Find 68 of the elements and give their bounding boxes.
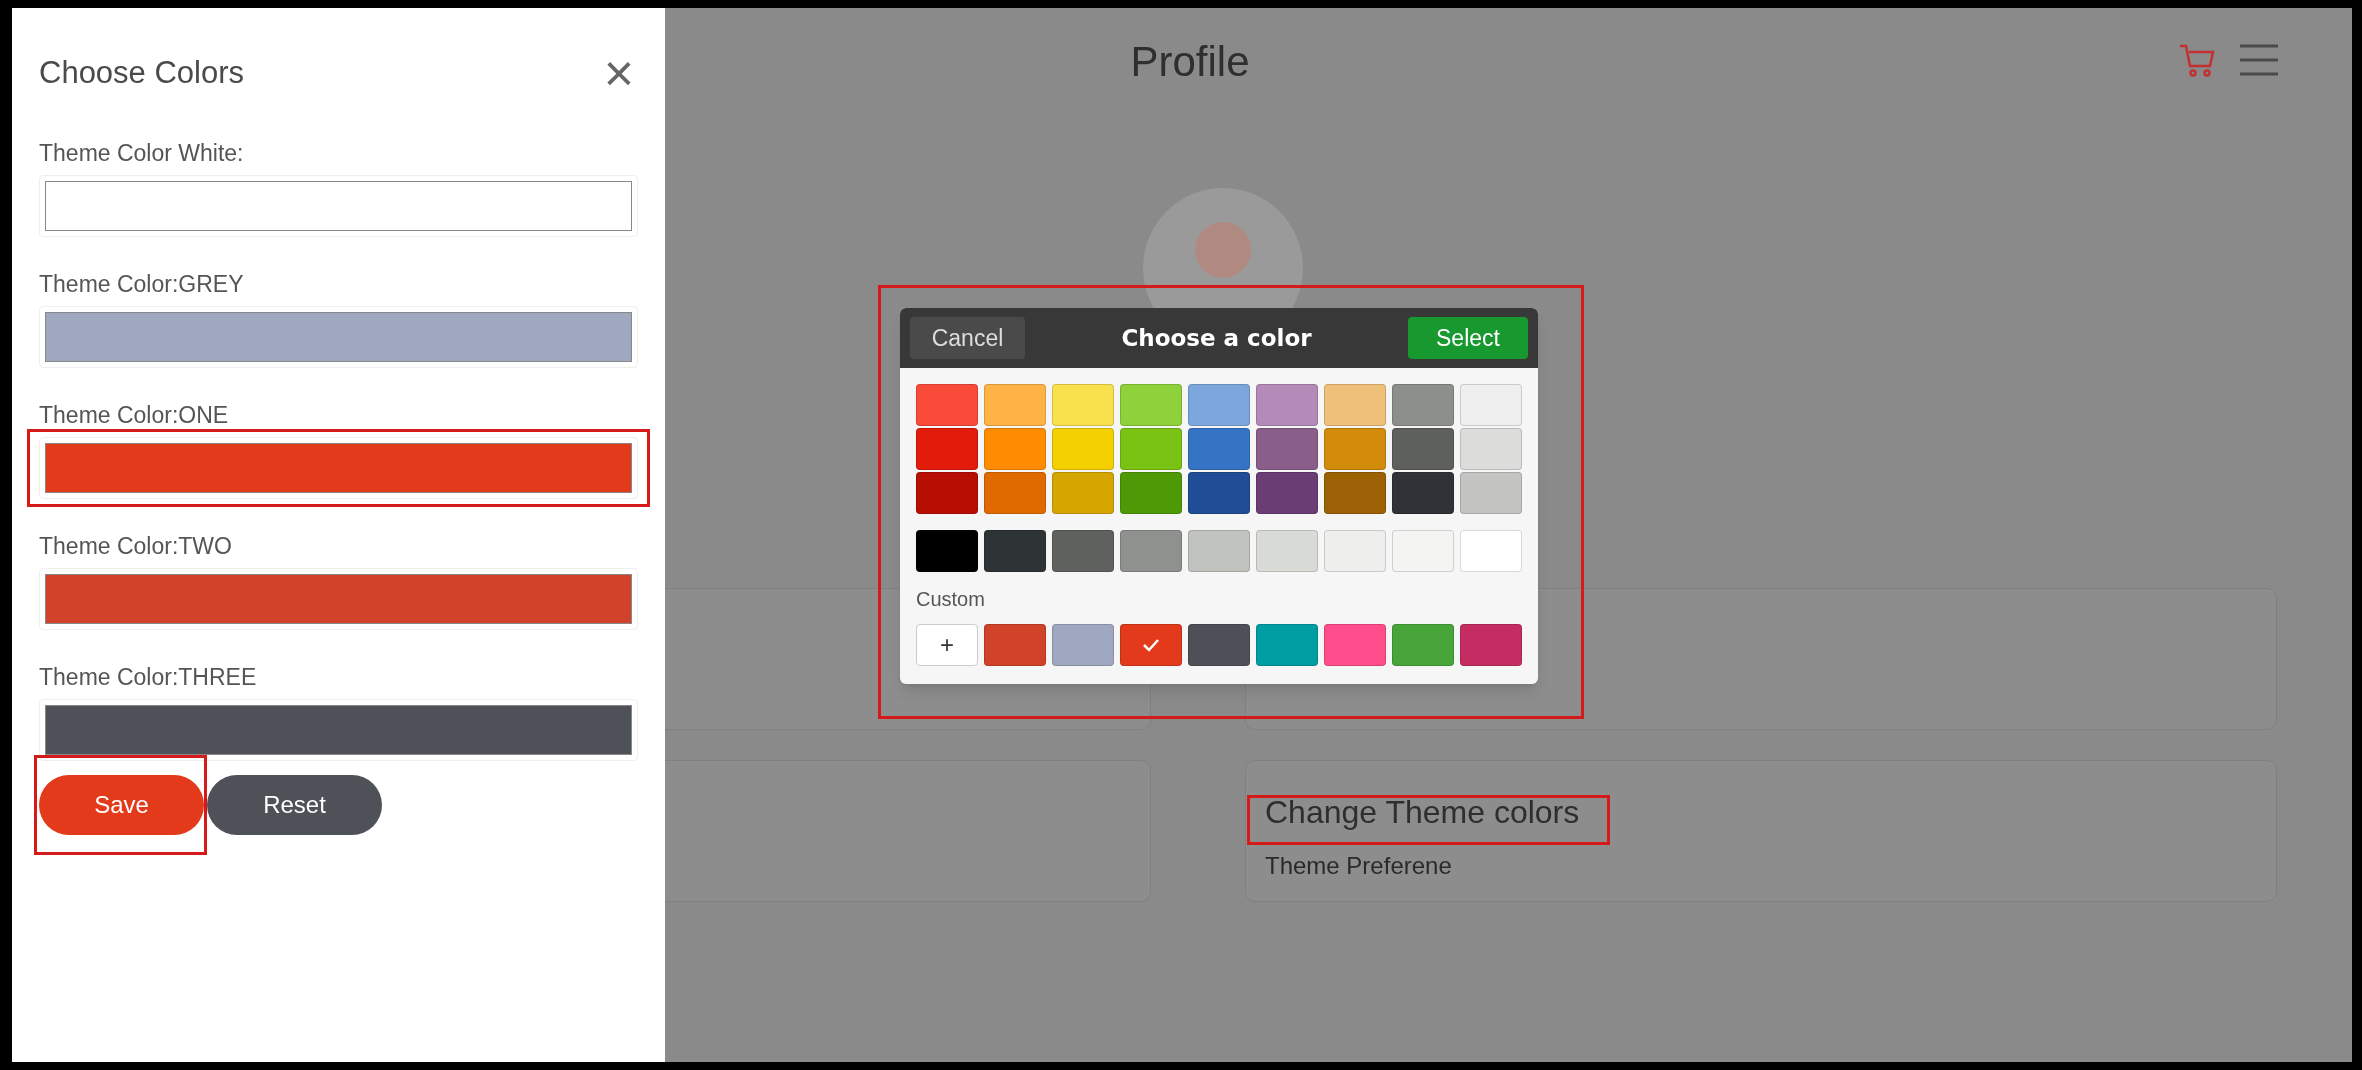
panel-title: Choose Colors (39, 53, 245, 92)
color-swatch[interactable] (984, 624, 1046, 666)
color-field[interactable] (45, 181, 632, 231)
close-button[interactable]: × (603, 47, 634, 99)
color-swatch[interactable] (1256, 624, 1318, 666)
color-swatch[interactable] (984, 530, 1046, 572)
page-title: Profile (1130, 37, 1250, 87)
color-swatch[interactable] (1120, 472, 1182, 514)
color-swatch[interactable] (984, 428, 1046, 470)
reset-button[interactable]: Reset (207, 775, 382, 835)
card-subtitle: Theme Preferene (1265, 851, 1452, 881)
color-swatch[interactable] (1324, 428, 1386, 470)
color-swatch[interactable] (1256, 472, 1318, 514)
field-label: Theme Color:THREE (39, 663, 258, 690)
add-color-button[interactable]: + (916, 624, 978, 666)
color-swatch[interactable] (1188, 384, 1250, 426)
color-swatch[interactable] (1324, 624, 1386, 666)
color-field[interactable] (45, 443, 632, 493)
color-swatch[interactable] (1120, 624, 1182, 666)
color-field[interactable] (45, 705, 632, 755)
color-swatch[interactable] (1460, 624, 1522, 666)
color-swatch[interactable] (1392, 624, 1454, 666)
color-swatch[interactable] (916, 530, 978, 572)
color-swatch[interactable] (1120, 530, 1182, 572)
color-swatch[interactable] (1052, 624, 1114, 666)
color-swatch[interactable] (1256, 428, 1318, 470)
color-swatch[interactable] (1052, 472, 1114, 514)
field-label: Theme Color White: (39, 139, 245, 166)
color-swatch[interactable] (1392, 472, 1454, 514)
check-icon (1142, 638, 1160, 652)
field-label: Theme Color:ONE (39, 401, 230, 428)
color-field[interactable] (45, 312, 632, 362)
color-swatch[interactable] (984, 384, 1046, 426)
color-swatch[interactable] (1392, 428, 1454, 470)
color-swatch[interactable] (1052, 384, 1114, 426)
color-swatch[interactable] (1052, 530, 1114, 572)
color-swatch[interactable] (1188, 624, 1250, 666)
dialog-title: Choose a color (1121, 323, 1312, 353)
color-swatch[interactable] (1188, 428, 1250, 470)
color-swatch[interactable] (1256, 384, 1318, 426)
color-swatch[interactable] (1324, 530, 1386, 572)
menu-icon[interactable] (2238, 42, 2280, 78)
field-label: Theme Color:GREY (39, 270, 245, 297)
color-swatch[interactable] (984, 472, 1046, 514)
color-swatch[interactable] (1460, 428, 1522, 470)
field-label: Theme Color:TWO (39, 532, 233, 559)
color-swatch[interactable] (1460, 530, 1522, 572)
color-swatch[interactable] (1120, 384, 1182, 426)
color-swatch[interactable] (1460, 384, 1522, 426)
card-title: Change Theme colors (1264, 793, 1581, 832)
color-swatch[interactable] (1324, 384, 1386, 426)
color-swatch[interactable] (916, 472, 978, 514)
cancel-button[interactable]: Cancel (910, 317, 1025, 359)
color-swatch[interactable] (1052, 428, 1114, 470)
save-button[interactable]: Save (39, 775, 204, 835)
color-swatch[interactable] (1188, 530, 1250, 572)
color-swatch[interactable] (1392, 530, 1454, 572)
color-swatch[interactable] (1120, 428, 1182, 470)
color-swatch[interactable] (916, 384, 978, 426)
color-swatch[interactable] (1324, 472, 1386, 514)
color-swatch[interactable] (1392, 384, 1454, 426)
color-swatch[interactable] (1460, 472, 1522, 514)
color-field[interactable] (45, 574, 632, 624)
section-label: Custom (916, 587, 986, 612)
color-swatch[interactable] (916, 428, 978, 470)
color-swatch[interactable] (1256, 530, 1318, 572)
color-swatch[interactable] (1188, 472, 1250, 514)
select-button[interactable]: Select (1408, 317, 1528, 359)
